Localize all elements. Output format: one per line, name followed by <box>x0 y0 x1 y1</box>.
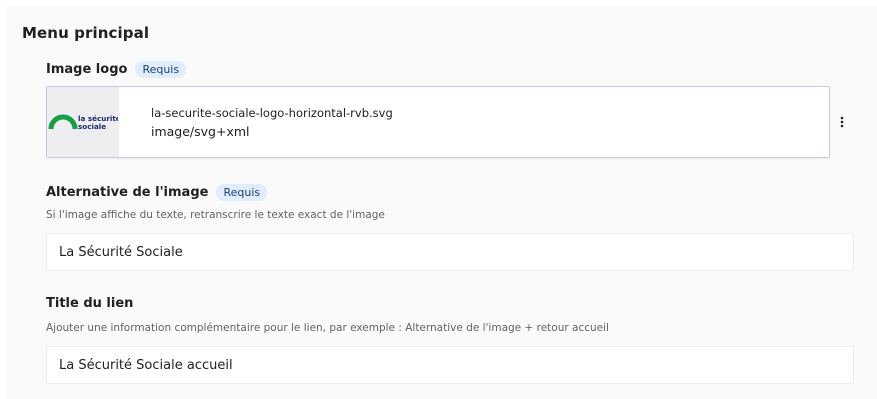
asset-info: la-securite-sociale-logo-horizontal-rvb.… <box>119 87 393 157</box>
kebab-vertical-icon <box>840 116 844 128</box>
link-title-input[interactable]: La Sécurité Sociale accueil <box>46 346 854 384</box>
logo-text-line2: sociale <box>78 122 106 131</box>
section-title: Menu principal <box>22 24 150 42</box>
alt-field-label: Alternative de l'image <box>46 185 209 200</box>
menu-principal-panel: Menu principal Image logo Requis la sécu… <box>6 6 877 399</box>
logo-thumbnail: la sécurité sociale <box>47 87 119 157</box>
asset-menu-button[interactable] <box>835 110 849 134</box>
alt-helper-text: Si l'image affiche du texte, retranscrir… <box>46 209 385 221</box>
link-title-label-row: Title du lien <box>46 296 133 311</box>
alt-input[interactable]: La Sécurité Sociale <box>46 233 854 271</box>
alt-required-badge: Requis <box>216 184 268 201</box>
asset-mime-type: image/svg+xml <box>151 123 250 139</box>
logo-field-label-row: Image logo Requis <box>46 61 187 78</box>
link-title-input-value: La Sécurité Sociale accueil <box>59 357 233 373</box>
asset-filename: la-securite-sociale-logo-horizontal-rvb.… <box>151 105 393 120</box>
logo-required-badge: Requis <box>135 61 187 78</box>
alt-input-value: La Sécurité Sociale <box>59 244 183 260</box>
link-title-helper-text: Ajouter une information complémentaire p… <box>46 322 609 334</box>
securite-sociale-logo-icon: la sécurité sociale <box>48 114 118 131</box>
link-title-label: Title du lien <box>46 296 134 311</box>
logo-field-label: Image logo <box>46 62 128 77</box>
alt-field-label-row: Alternative de l'image Requis <box>46 184 268 201</box>
logo-asset-card[interactable]: la sécurité sociale la-securite-sociale-… <box>46 86 830 158</box>
